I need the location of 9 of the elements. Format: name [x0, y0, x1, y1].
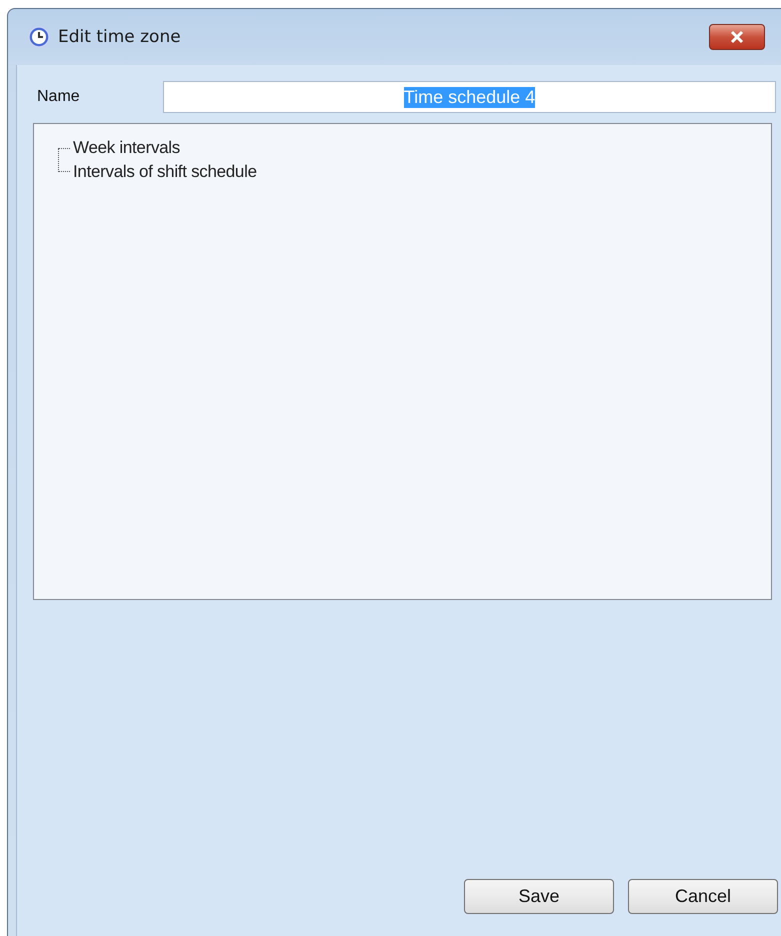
save-button[interactable]: Save	[464, 879, 614, 914]
name-label: Name	[37, 88, 81, 106]
close-icon	[729, 30, 745, 44]
close-button[interactable]	[709, 24, 765, 50]
window-title: Edit time zone	[58, 27, 182, 47]
tree-item[interactable]: Intervals of shift schedule	[73, 162, 257, 182]
cancel-button[interactable]: Cancel	[628, 879, 778, 914]
clock-icon	[28, 26, 50, 48]
tree-item[interactable]: Week intervals	[73, 138, 180, 158]
